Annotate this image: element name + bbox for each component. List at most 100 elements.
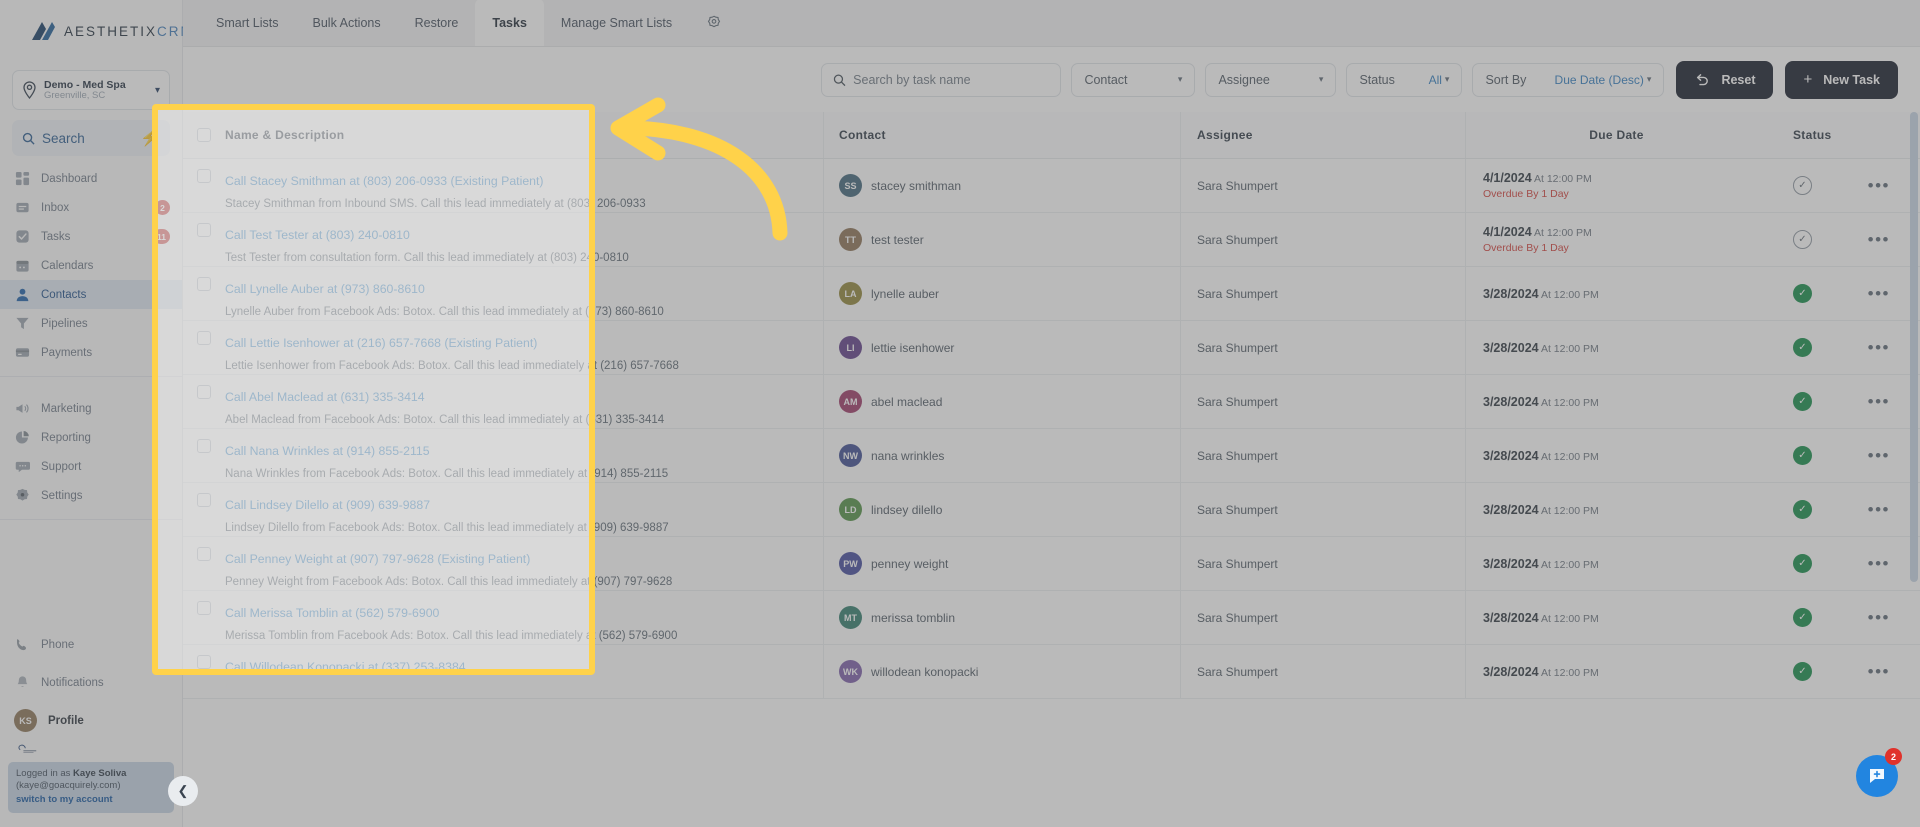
status-completed-icon[interactable]: ✓ <box>1793 554 1812 573</box>
cell-contact[interactable]: LD lindsey dilello <box>823 483 1180 536</box>
sort-by-dropdown[interactable]: Sort By Due Date (Desc) ▾ <box>1472 62 1665 97</box>
cell-contact[interactable]: LI lettie isenhower <box>823 321 1180 374</box>
contact-name: test tester <box>871 232 924 247</box>
sidebar-item-label: Inbox <box>41 201 70 214</box>
ellipsis-icon[interactable]: ••• <box>1868 338 1890 358</box>
cell-contact[interactable]: AM abel maclead <box>823 375 1180 428</box>
brand-logo[interactable]: AESTHETIXCRM <box>0 0 192 62</box>
status-pending-icon[interactable]: ✓ <box>1793 176 1812 195</box>
status-completed-icon[interactable]: ✓ <box>1793 392 1812 411</box>
assignee-name: Sara Shumpert <box>1197 448 1278 463</box>
inbox-icon <box>14 200 30 216</box>
due-date-time: At 12:00 PM <box>1538 288 1599 301</box>
due-date-value: 3/28/2024 At 12:00 PM <box>1483 395 1750 409</box>
contact-name: stacey smithman <box>871 178 962 193</box>
sidebar-search[interactable]: Search ⚡ <box>12 120 170 156</box>
search-icon <box>22 132 35 145</box>
due-date-time: At 12:00 PM <box>1538 666 1599 679</box>
status-completed-icon[interactable]: ✓ <box>1793 662 1812 681</box>
sidebar-item-label: Dashboard <box>41 172 98 185</box>
tab-manage-smart-lists[interactable]: Manage Smart Lists <box>544 0 689 46</box>
brand-name-text: AESTHETIX <box>64 23 158 39</box>
assignee-name: Sara Shumpert <box>1197 664 1278 679</box>
status-pending-icon[interactable]: ✓ <box>1793 230 1812 249</box>
due-date-time: At 12:00 PM <box>1538 396 1599 409</box>
cell-contact[interactable]: SS stacey smithman <box>823 159 1180 212</box>
chat-plus-icon <box>1870 769 1884 783</box>
status-completed-icon[interactable]: ✓ <box>1793 608 1812 627</box>
due-date-date: 3/28/2024 <box>1483 610 1539 625</box>
megaphone-icon <box>14 401 30 417</box>
status-completed-icon[interactable]: ✓ <box>1793 338 1812 357</box>
cell-due-date: 3/28/2024 At 12:00 PM <box>1465 375 1750 428</box>
tabs-settings-button[interactable] <box>689 0 739 46</box>
cell-due-date: 3/28/2024 At 12:00 PM <box>1465 267 1750 320</box>
assignee-filter-dropdown[interactable]: Assignee ▾ <box>1205 62 1337 97</box>
switch-account-link[interactable]: switch to my account <box>16 794 166 807</box>
ellipsis-icon[interactable]: ••• <box>1868 284 1890 304</box>
due-date-time: At 12:00 PM <box>1538 342 1599 355</box>
new-task-button[interactable]: + New Task <box>1785 60 1898 99</box>
task-search-box[interactable] <box>821 62 1062 97</box>
overdue-label: Overdue By 1 Day <box>1483 242 1569 254</box>
cell-contact[interactable]: NW nana wrinkles <box>823 429 1180 482</box>
reset-button[interactable]: Reset <box>1676 60 1774 99</box>
cell-contact[interactable]: WK willodean konopacki <box>823 645 1180 698</box>
login-prefix: Logged in as <box>16 767 74 779</box>
due-date-date: 4/1/2024 <box>1483 225 1532 239</box>
location-sub: Greenville, SC <box>44 89 106 101</box>
scrollbar-thumb[interactable] <box>1910 112 1918 582</box>
ellipsis-icon[interactable]: ••• <box>1868 230 1890 250</box>
ellipsis-icon[interactable]: ••• <box>1868 446 1890 466</box>
avatar: MT <box>839 606 862 629</box>
dashboard-grid-icon <box>14 171 30 187</box>
user-icon <box>14 287 30 303</box>
ellipsis-icon[interactable]: ••• <box>1868 500 1890 520</box>
due-date-date: 4/1/2024 <box>1483 171 1532 185</box>
contact-name: willodean konopacki <box>871 664 979 679</box>
cell-assignee: Sara Shumpert <box>1180 375 1465 428</box>
search-input[interactable] <box>853 72 1050 87</box>
status-completed-icon[interactable]: ✓ <box>1793 284 1812 303</box>
sidebar-item-profile[interactable]: KS Profile <box>0 702 182 740</box>
cell-contact[interactable]: PW penney weight <box>823 537 1180 590</box>
ellipsis-icon[interactable]: ••• <box>1868 176 1890 196</box>
avatar: NW <box>839 444 862 467</box>
cell-due-date: 3/28/2024 At 12:00 PM <box>1465 645 1750 698</box>
tab-tasks[interactable]: Tasks <box>475 0 544 46</box>
new-task-button-label: New Task <box>1823 72 1880 87</box>
avatar: TT <box>839 228 862 251</box>
cell-contact[interactable]: MT merissa tomblin <box>823 591 1180 644</box>
due-date-date: 3/28/2024 <box>1483 664 1539 679</box>
due-date-value: 3/28/2024 At 12:00 PM <box>1483 287 1750 301</box>
header-label: Status <box>1793 128 1832 142</box>
status-completed-icon[interactable]: ✓ <box>1793 446 1812 465</box>
ellipsis-icon[interactable]: ••• <box>1868 662 1890 682</box>
vertical-scrollbar[interactable] <box>1910 112 1918 692</box>
tab-smart-lists[interactable]: Smart Lists <box>199 0 296 46</box>
cell-assignee: Sara Shumpert <box>1180 645 1465 698</box>
header-assignee: Assignee <box>1180 112 1465 158</box>
cell-contact[interactable]: LA lynelle auber <box>823 267 1180 320</box>
header-contact: Contact <box>823 112 1180 158</box>
sidebar-collapse-button[interactable]: ❮ <box>168 776 198 806</box>
top-tabs-bar: Smart Lists Bulk Actions Restore Tasks M… <box>183 0 1920 47</box>
chevron-down-icon: ▾ <box>1318 74 1324 84</box>
ellipsis-icon[interactable]: ••• <box>1868 392 1890 412</box>
location-selector[interactable]: Demo - Med Spa Greenville, SC ▾ <box>12 70 170 110</box>
location-text: Demo - Med Spa Greenville, SC <box>44 79 148 102</box>
tab-restore[interactable]: Restore <box>398 0 476 46</box>
status-filter-dropdown[interactable]: Status All ▾ <box>1346 62 1463 97</box>
sidebar-item-label: Phone <box>41 638 75 651</box>
ellipsis-icon[interactable]: ••• <box>1868 608 1890 628</box>
ellipsis-icon[interactable]: ••• <box>1868 554 1890 574</box>
tab-bulk-actions[interactable]: Bulk Actions <box>296 0 398 46</box>
cell-contact[interactable]: TT test tester <box>823 213 1180 266</box>
status-completed-icon[interactable]: ✓ <box>1793 500 1812 519</box>
sidebar-item-label: Marketing <box>41 402 92 415</box>
due-date-date: 3/28/2024 <box>1483 340 1539 355</box>
chat-fab-badge: 2 <box>1885 748 1902 765</box>
contact-filter-dropdown[interactable]: Contact ▾ <box>1071 62 1196 97</box>
cell-assignee: Sara Shumpert <box>1180 483 1465 536</box>
due-date-value: 3/28/2024 At 12:00 PM <box>1483 449 1750 463</box>
